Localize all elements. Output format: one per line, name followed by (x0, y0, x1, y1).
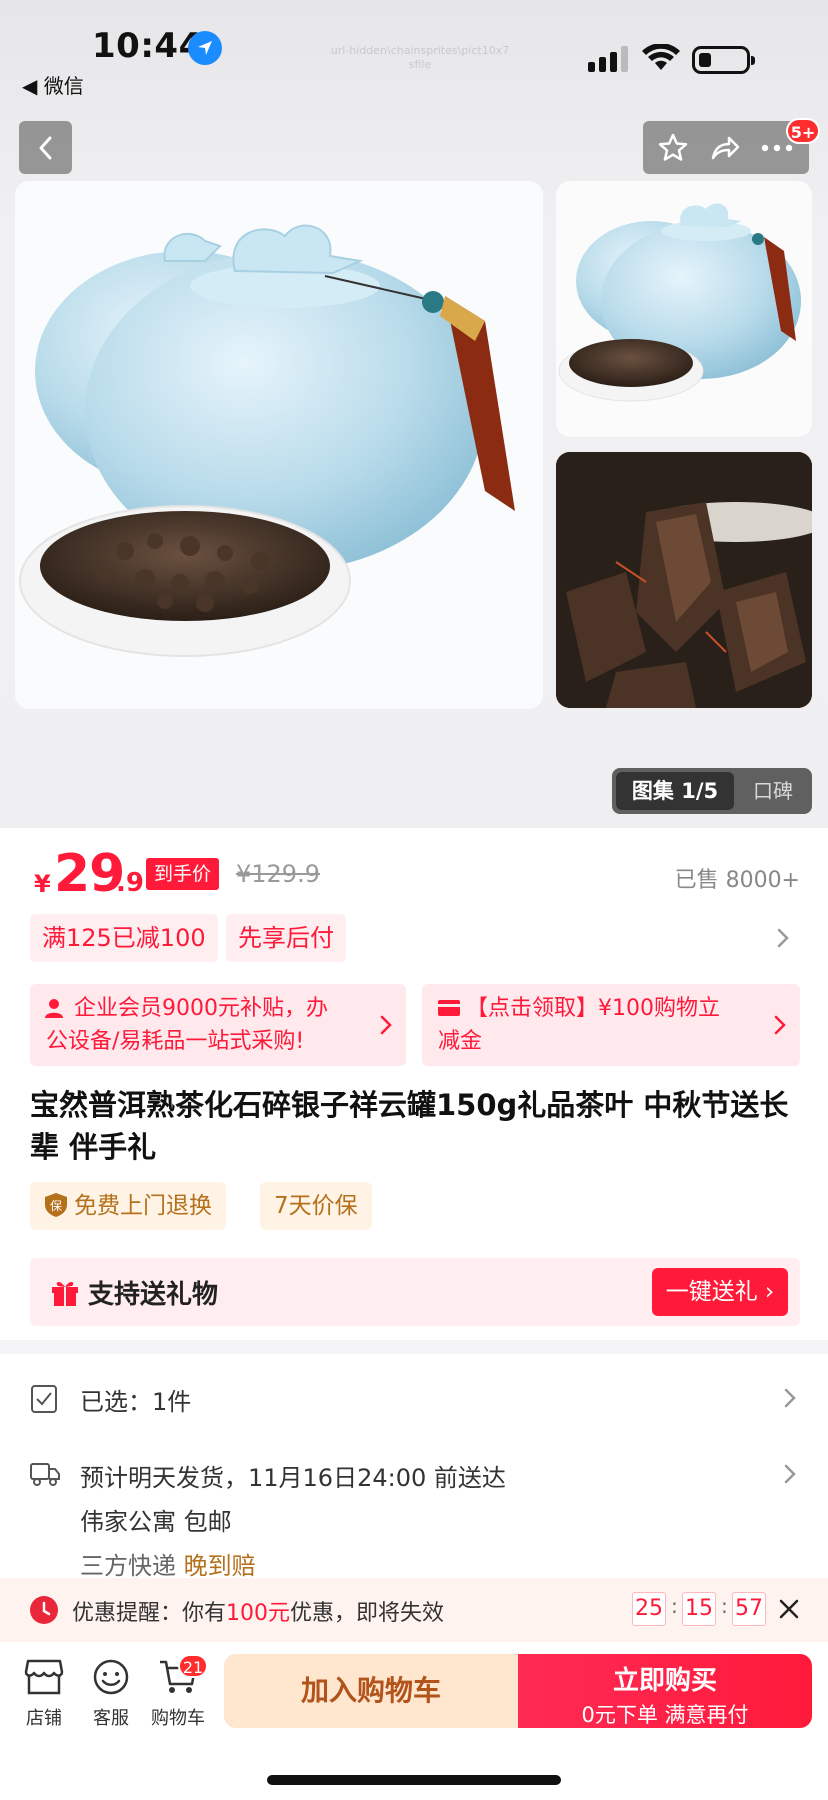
timer-hours: 25 (632, 1592, 666, 1626)
buy-now-button[interactable]: 立即购买 0元下单 满意再付 (518, 1654, 812, 1728)
price-decimal: .9 (116, 868, 144, 898)
credit-line1: 【点击领取】¥100购物立 (466, 996, 720, 1021)
coupon-cards: 企业会员9000元补贴，办 公设备/易耗品一站式采购! 【点击领取】¥100购物… (30, 984, 800, 1066)
send-gift-button[interactable]: 一键送礼 › (652, 1268, 788, 1316)
promo-discount: 满125已减100 (30, 914, 218, 962)
price-row: ¥ 29 .9 到手价 ¥129.9 已售 8000+ (30, 844, 800, 906)
courier-line: 三方快递 晚到赔 (80, 1546, 256, 1581)
reminder-prefix: 优惠提醒：你有 (72, 1601, 227, 1626)
enterprise-subsidy-card[interactable]: 企业会员9000元补贴，办 公设备/易耗品一站式采购! (30, 984, 406, 1066)
reminder-suffix: 优惠，即将失效 (290, 1601, 445, 1626)
selected-text: 已选：1件 (80, 1388, 192, 1416)
card-icon (438, 1000, 460, 1016)
section-divider (0, 1340, 828, 1354)
enterprise-line2: 公设备/易耗品一站式采购! (46, 1029, 305, 1054)
message-count-badge: 5+ (786, 118, 820, 144)
clock-alert-icon (30, 1596, 58, 1624)
chevron-right-icon (777, 928, 789, 948)
truck-icon (30, 1463, 60, 1486)
late-compensation: 晚到赔 (183, 1552, 256, 1580)
service-label: 客服 (93, 1708, 129, 1729)
guarantee-free-return-label: 免费上门退换 (74, 1193, 212, 1219)
shield-icon: 保 (45, 1193, 67, 1217)
battery-icon (692, 46, 755, 74)
price-currency: ¥ (34, 870, 51, 898)
product-thumbnail-jar[interactable] (556, 181, 812, 437)
shopping-credit-card[interactable]: 【点击领取】¥100购物立 减金 (422, 984, 800, 1066)
shipping-row[interactable]: 预计明天发货，11月16日24:00 前送达 伟家公寓 包邮 三方快递 晚到赔 (0, 1452, 828, 1581)
original-price: ¥129.9 (236, 860, 320, 888)
product-gallery: 10:44 ◀ 微信 url-hidden\chainsprites\pict1… (0, 0, 828, 828)
star-favorite-icon[interactable] (657, 132, 689, 164)
buy-now-label: 立即购买 (612, 1666, 717, 1696)
back-to-wechat-link[interactable]: ◀ 微信 (22, 70, 84, 99)
store-icon (24, 1659, 64, 1695)
product-image-main[interactable] (15, 181, 543, 709)
selected-option-row[interactable]: 已选：1件 (0, 1374, 828, 1434)
chevron-right-icon (380, 1015, 392, 1035)
timer-minutes: 15 (682, 1592, 716, 1626)
url-watermark: url-hidden\chainsprites\pict10x7 sfile (330, 44, 510, 71)
cart-label: 购物车 (151, 1708, 205, 1729)
tab-reviews[interactable]: 口碑 (734, 768, 812, 814)
reminder-text: 优惠提醒：你有100元优惠，即将失效 (72, 1595, 444, 1627)
service-button[interactable]: 客服 (81, 1658, 141, 1730)
user-icon (45, 999, 63, 1018)
chevron-right-icon (784, 1388, 796, 1408)
chevron-left-icon (39, 136, 52, 160)
guarantee-free-return: 保免费上门退换 (30, 1182, 226, 1230)
store-button[interactable]: 店铺 (14, 1658, 74, 1730)
store-label: 店铺 (26, 1708, 62, 1729)
credit-line2: 减金 (438, 1029, 483, 1054)
close-icon[interactable] (778, 1598, 800, 1620)
discount-reminder-bar[interactable]: 优惠提醒：你有100元优惠，即将失效 25 : 15 : 57 (0, 1578, 828, 1642)
signal-icon (588, 46, 628, 72)
back-button[interactable] (19, 121, 72, 174)
gift-icon (52, 1281, 78, 1306)
home-indicator[interactable] (267, 1775, 561, 1785)
gift-banner: 支持送礼物 一键送礼 › (30, 1258, 800, 1326)
buy-now-sublabel: 0元下单 满意再付 (581, 1703, 749, 1727)
svg-text:保: 保 (50, 1199, 62, 1213)
price-main: 29 (54, 844, 125, 904)
shipping-estimate: 预计明天发货，11月16日24:00 前送达 (80, 1464, 506, 1492)
top-action-group (643, 121, 809, 174)
status-bar: 10:44 ◀ 微信 url-hidden\chainsprites\pict1… (0, 0, 828, 110)
send-gift-label: 一键送礼 (665, 1279, 758, 1305)
promo-row[interactable]: 满125已减100 先享后付 (30, 914, 800, 962)
share-icon[interactable] (709, 132, 741, 164)
more-icon[interactable] (761, 143, 793, 153)
timer-seconds: 57 (732, 1592, 766, 1626)
chevron-right-icon (784, 1464, 796, 1484)
product-thumbnail-tea-closeup[interactable] (556, 452, 812, 708)
shipping-address: 伟家公寓 包邮 (80, 1508, 232, 1536)
status-time: 10:44 (92, 26, 203, 66)
checklist-icon (31, 1385, 57, 1413)
product-title: 宝然普洱熟茶化石碎银子祥云罐150g礼品茶叶 中秋节送长辈 伴手礼 (30, 1088, 789, 1164)
cart-count-badge: 21 (178, 1654, 208, 1678)
courier-type: 三方快递 (80, 1552, 176, 1580)
guarantee-price-protect: 7天价保 (260, 1182, 372, 1230)
sold-count: 已售 8000+ (674, 868, 800, 893)
gallery-tab-switcher: 图集 1/5 口碑 (612, 768, 812, 814)
tab-gallery[interactable]: 图集 1/5 (616, 772, 734, 810)
chat-smile-icon (93, 1659, 129, 1695)
location-arrow-icon (188, 31, 222, 65)
add-to-cart-button[interactable]: 加入购物车 (224, 1654, 518, 1728)
gift-label: 支持送礼物 (88, 1280, 219, 1310)
wifi-icon (642, 44, 680, 70)
final-price-tag: 到手价 (146, 858, 220, 890)
enterprise-line1: 企业会员9000元补贴，办 (74, 996, 328, 1021)
chevron-right-icon (774, 1015, 786, 1035)
promo-pay-later: 先享后付 (226, 914, 346, 962)
reminder-amount: 100元 (226, 1601, 291, 1626)
